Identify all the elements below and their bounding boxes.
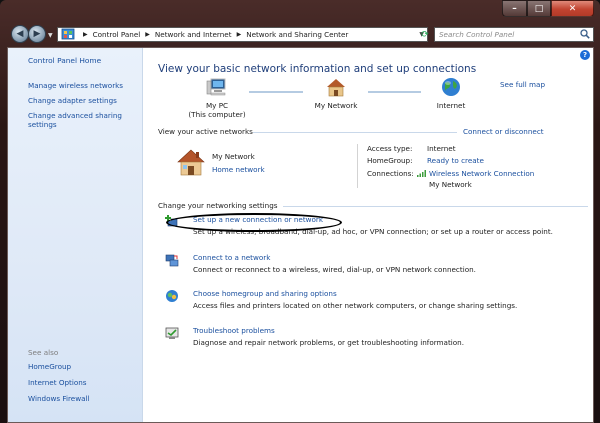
- task-description: Access files and printers located on oth…: [193, 301, 518, 310]
- see-also-links: HomeGroup Internet Options Windows Firew…: [28, 362, 89, 410]
- change-settings-label: Change your networking settings: [158, 201, 278, 210]
- internet-label: Internet: [436, 101, 466, 110]
- computer-icon: [206, 78, 226, 96]
- change-advanced-sharing-settings-link[interactable]: Change advanced sharing settings: [28, 111, 122, 129]
- network-type-link[interactable]: Home network: [212, 165, 265, 174]
- task-description: Diagnose and repair network problems, or…: [193, 338, 465, 347]
- map-node-internet[interactable]: Internet: [421, 77, 481, 110]
- map-node-network[interactable]: My Network: [306, 77, 366, 110]
- address-bar[interactable]: ▶ Control Panel ▶ Network and Internet ▶…: [57, 27, 428, 42]
- windows-firewall-link[interactable]: Windows Firewall: [28, 394, 89, 403]
- help-icon[interactable]: ?: [580, 50, 590, 60]
- homegroup-sharing-icon: [166, 290, 178, 302]
- pc-sublabel: (This computer): [188, 110, 246, 119]
- refresh-icon: ⟳: [421, 29, 429, 40]
- refresh-button[interactable]: ⟳: [419, 27, 431, 42]
- control-panel-home-link[interactable]: Control Panel Home: [28, 56, 101, 65]
- home-icon: [177, 149, 205, 176]
- minimize-button[interactable]: –: [502, 0, 527, 17]
- access-type-label: Access type:: [367, 144, 413, 153]
- home-network-icon: [327, 79, 345, 97]
- close-button[interactable]: ✕: [551, 0, 594, 17]
- troubleshoot-problems-link[interactable]: Troubleshoot problems: [193, 326, 275, 335]
- breadcrumb-network-and-sharing-center[interactable]: Network and Sharing Center: [246, 30, 348, 39]
- homegroup-label: HomeGroup:: [367, 156, 413, 165]
- search-input[interactable]: Search Control Panel: [434, 27, 594, 42]
- connections-label: Connections:: [367, 169, 414, 178]
- caption-buttons: – □ ✕: [502, 0, 594, 17]
- recent-pages-dropdown[interactable]: ▼: [48, 32, 53, 39]
- page-title: View your basic network information and …: [158, 63, 477, 75]
- connect-network-icon: [165, 254, 179, 267]
- connection-line: [249, 91, 303, 93]
- wireless-signal-icon: [417, 170, 426, 177]
- task-description: Connect or reconnect to a wireless, wire…: [193, 265, 476, 274]
- chevron-right-icon[interactable]: ▶: [237, 31, 242, 38]
- control-panel-icon: [61, 28, 75, 40]
- arrow-right-icon: ▶: [33, 29, 41, 39]
- homegroup-sharing-link[interactable]: Choose homegroup and sharing options: [193, 289, 337, 298]
- back-button[interactable]: ◀: [11, 25, 29, 43]
- connect-or-disconnect-link[interactable]: Connect or disconnect: [463, 127, 544, 136]
- active-networks-label: View your active networks: [158, 127, 253, 136]
- manage-wireless-networks-link[interactable]: Manage wireless networks: [28, 81, 123, 90]
- forward-button[interactable]: ▶: [28, 25, 46, 43]
- homegroup-link[interactable]: HomeGroup: [28, 362, 71, 371]
- change-adapter-settings-link[interactable]: Change adapter settings: [28, 96, 117, 105]
- window: – □ ✕ ◀ ▶ ▼ ▶ Control Panel ▶ Network an…: [0, 0, 600, 423]
- maximize-button[interactable]: □: [527, 0, 551, 17]
- connect-to-network-link[interactable]: Connect to a network: [193, 253, 270, 262]
- breadcrumb-network-and-internet[interactable]: Network and Internet: [155, 30, 232, 39]
- map-node-pc: My PC (This computer): [187, 77, 247, 119]
- breadcrumb-control-panel[interactable]: Control Panel: [93, 30, 141, 39]
- connection-network-name: My Network: [429, 180, 472, 189]
- network-label: My Network: [314, 101, 358, 110]
- network-name: My Network: [212, 152, 255, 161]
- internet-options-link[interactable]: Internet Options: [28, 378, 87, 387]
- chevron-right-icon[interactable]: ▶: [145, 31, 150, 38]
- connection-line: [368, 91, 421, 93]
- content-area: Control Panel Home Manage wireless netwo…: [7, 47, 594, 423]
- globe-icon: [442, 78, 460, 96]
- see-full-map-link[interactable]: See full map: [500, 80, 545, 89]
- chevron-right-icon[interactable]: ▶: [83, 31, 88, 38]
- search-placeholder: Search Control Panel: [439, 30, 515, 39]
- section-divider: [283, 206, 588, 207]
- wireless-network-connection-link[interactable]: Wireless Network Connection: [429, 169, 534, 178]
- access-type-value: Internet: [427, 144, 456, 153]
- pc-label: My PC: [205, 101, 229, 110]
- see-also-label: See also: [28, 348, 59, 357]
- arrow-left-icon: ◀: [16, 29, 24, 39]
- homegroup-ready-link[interactable]: Ready to create: [427, 156, 484, 165]
- troubleshoot-icon: [165, 327, 179, 339]
- main-panel: ? View your basic network information an…: [143, 48, 593, 422]
- section-divider: [253, 132, 457, 133]
- highlight-ellipse: [166, 213, 342, 232]
- sidebar: Control Panel Home Manage wireless netwo…: [8, 48, 143, 422]
- sidebar-tasks: Manage wireless networks Change adapter …: [28, 81, 138, 135]
- vertical-divider: [357, 144, 358, 188]
- search-icon[interactable]: [580, 29, 590, 39]
